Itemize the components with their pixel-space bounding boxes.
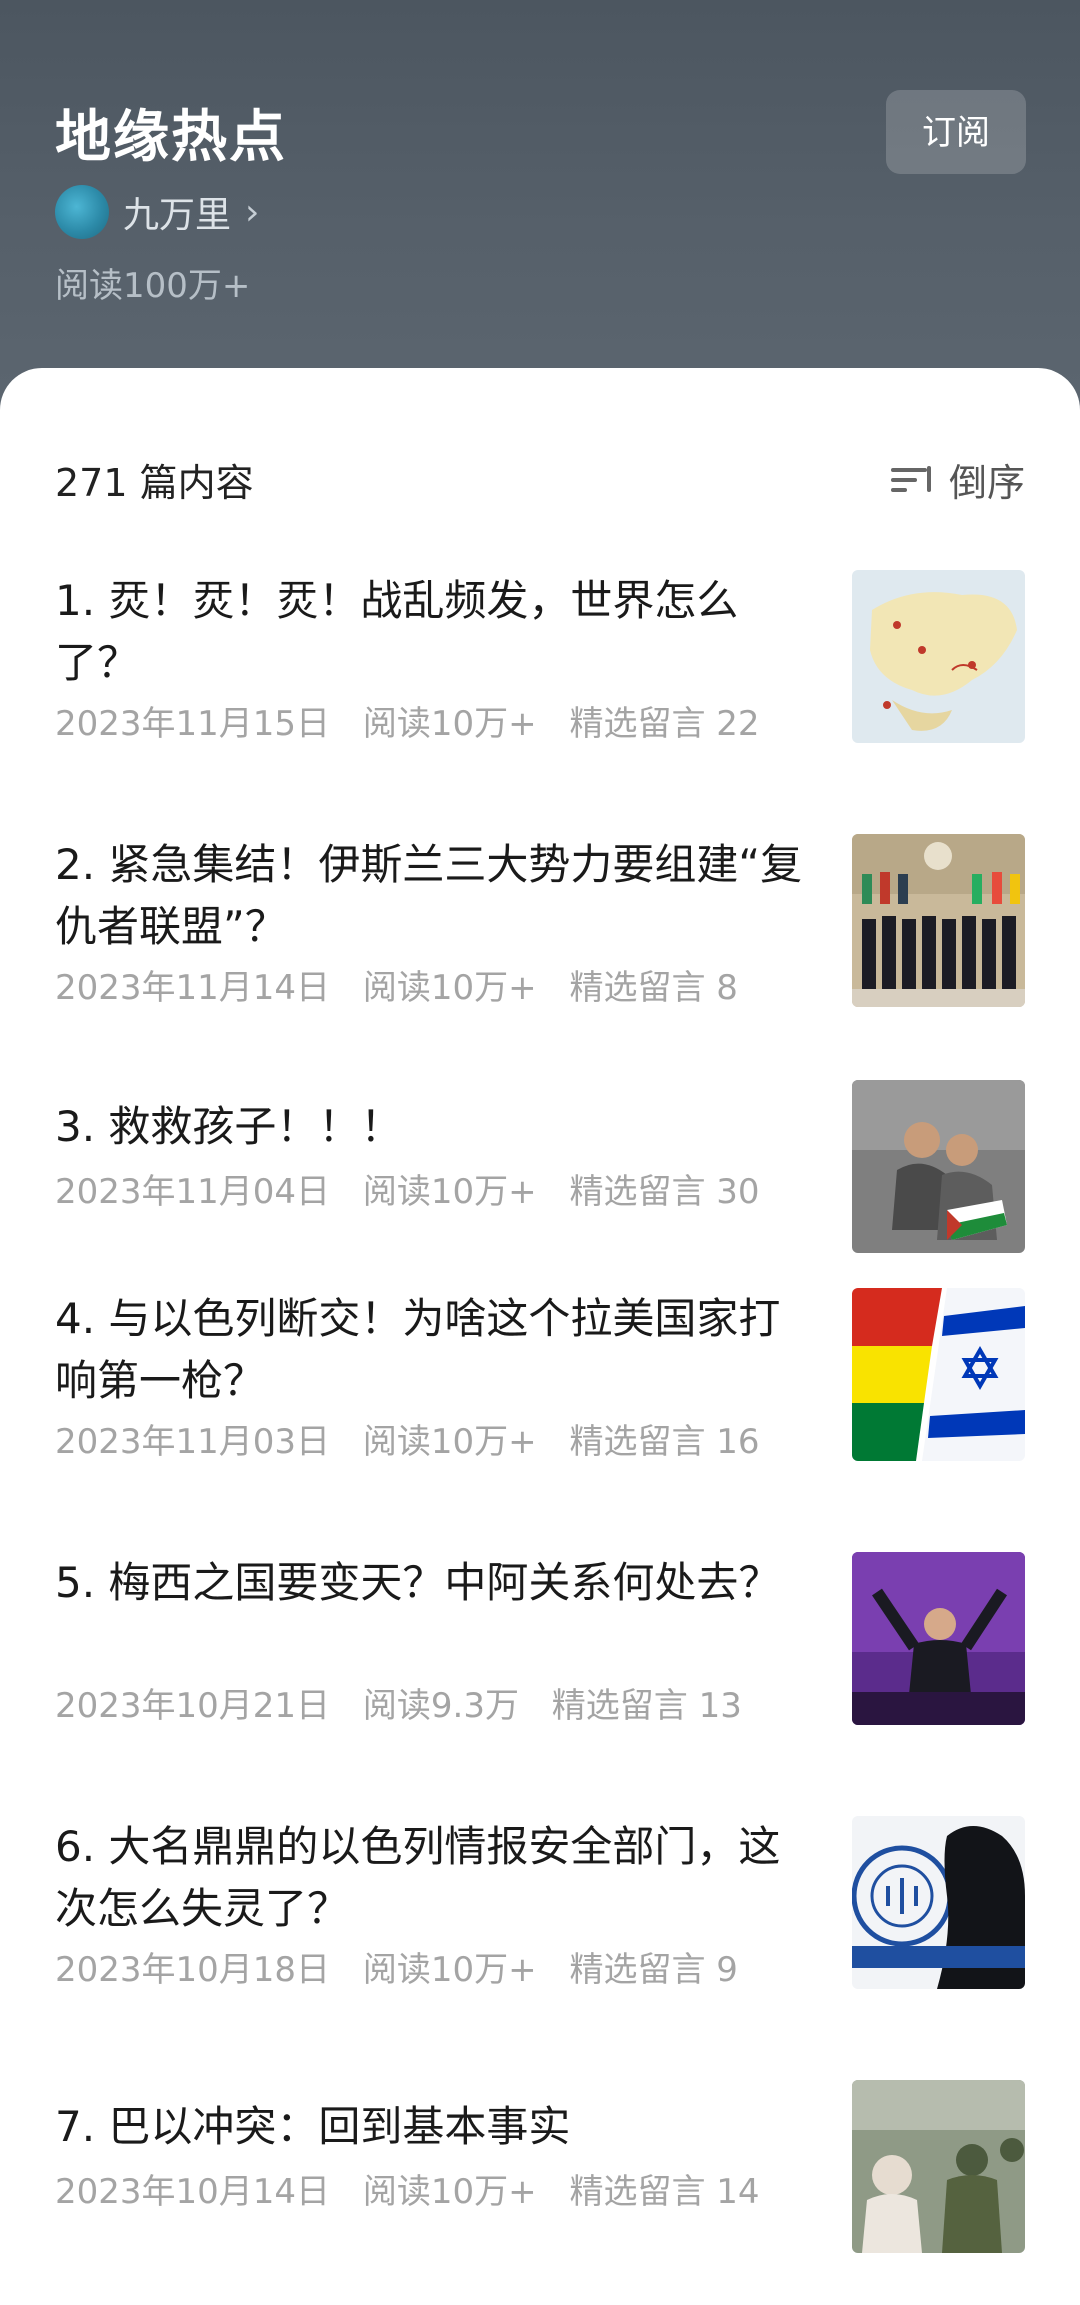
sort-label: 倒序	[948, 461, 1025, 505]
article-title: 7. 巴以冲突：回到基本事实	[55, 2102, 571, 2151]
article-meta: 2023年11月04日 阅读10万+ 精选留言 30	[55, 1164, 760, 1213]
article-item-2[interactable]: 2. 紧急集结！伊斯兰三大势力要组建“复仇者联盟”？ 2023年11月14日 阅…	[55, 834, 1025, 1014]
article-date: 2023年10月21日	[55, 1686, 331, 1726]
article-title: 3. 救救孩子！！！	[55, 1102, 403, 1151]
article-meta: 2023年10月18日 阅读10万+ 精选留言 9	[55, 1942, 738, 1991]
article-comments: 精选留言 8	[569, 968, 738, 1008]
article-comments: 精选留言 13	[551, 1686, 742, 1726]
article-title: 6. 大名鼎鼎的以色列情报安全部门，这次怎么失灵了？	[55, 1822, 781, 1933]
article-comments: 精选留言 30	[569, 1172, 760, 1212]
article-thumbnail-rally	[852, 1552, 1025, 1725]
sort-icon	[890, 462, 933, 498]
article-title: 1. 烎！烎！烎！战乱频发，世界怎么了？	[55, 576, 739, 687]
album-header: 地缘热点 订阅 九万里 › 阅读100万+	[0, 0, 1080, 420]
article-comments: 精选留言 14	[569, 2172, 760, 2212]
author-avatar	[55, 185, 109, 239]
article-comments: 精选留言 9	[569, 1950, 738, 1990]
article-date: 2023年11月15日	[55, 704, 331, 744]
subscribe-button[interactable]: 订阅	[886, 90, 1026, 174]
article-meta: 2023年11月15日 阅读10万+ 精选留言 22	[55, 696, 760, 745]
article-reads: 阅读10万+	[362, 1172, 537, 1212]
article-meta: 2023年10月21日 阅读9.3万 精选留言 13	[55, 1678, 742, 1727]
article-item-1[interactable]: 1. 烎！烎！烎！战乱频发，世界怎么了？ 2023年11月15日 阅读10万+ …	[55, 570, 1025, 750]
article-date: 2023年11月03日	[55, 1422, 331, 1462]
article-thumbnail-soldiers	[852, 2080, 1025, 2253]
article-item-3[interactable]: 3. 救救孩子！！！ 2023年11月04日 阅读10万+ 精选留言 30	[55, 1080, 1025, 1260]
article-title: 5. 梅西之国要变天？中阿关系何处去？	[55, 1558, 781, 1607]
article-date: 2023年11月14日	[55, 968, 331, 1008]
sort-button[interactable]: 倒序	[890, 452, 1025, 507]
article-item-7[interactable]: 7. 巴以冲突：回到基本事实 2023年10月14日 阅读10万+ 精选留言 1…	[55, 2080, 1025, 2260]
article-reads: 阅读10万+	[362, 1422, 537, 1462]
article-thumbnail-flags	[852, 1288, 1025, 1461]
album-title: 地缘热点	[55, 105, 287, 170]
article-date: 2023年11月04日	[55, 1172, 331, 1212]
author-name: 九万里	[123, 195, 232, 236]
article-reads: 阅读9.3万	[362, 1686, 519, 1726]
article-date: 2023年10月14日	[55, 2172, 331, 2212]
article-reads: 阅读10万+	[362, 1950, 537, 1990]
article-title: 2. 紧急集结！伊斯兰三大势力要组建“复仇者联盟”？	[55, 840, 803, 951]
article-date: 2023年10月18日	[55, 1950, 331, 1990]
article-thumbnail-emblem	[852, 1816, 1025, 1989]
article-meta: 2023年11月03日 阅读10万+ 精选留言 16	[55, 1414, 760, 1463]
article-title: 4. 与以色列断交！为啥这个拉美国家打响第一枪？	[55, 1294, 781, 1405]
chevron-right-icon: ›	[245, 191, 260, 233]
article-comments: 精选留言 22	[569, 704, 760, 744]
article-thumbnail-summit	[852, 834, 1025, 1007]
author-link[interactable]: 九万里 ›	[55, 184, 259, 240]
article-item-5[interactable]: 5. 梅西之国要变天？中阿关系何处去？ 2023年10月21日 阅读9.3万 精…	[55, 1552, 1025, 1732]
article-meta: 2023年11月14日 阅读10万+ 精选留言 8	[55, 960, 738, 1009]
article-reads: 阅读10万+	[362, 2172, 537, 2212]
article-reads: 阅读10万+	[362, 968, 537, 1008]
album-read-count: 阅读100万+	[55, 266, 251, 306]
article-list-panel: 271 篇内容 倒序 1. 烎！烎！烎！战乱频发，世界怎么了？ 2023年11月…	[0, 368, 1080, 2305]
article-count: 271 篇内容	[55, 461, 254, 505]
article-item-4[interactable]: 4. 与以色列断交！为啥这个拉美国家打响第一枪？ 2023年11月03日 阅读1…	[55, 1288, 1025, 1468]
article-thumbnail-map	[852, 570, 1025, 743]
article-item-6[interactable]: 6. 大名鼎鼎的以色列情报安全部门，这次怎么失灵了？ 2023年10月18日 阅…	[55, 1816, 1025, 1996]
article-reads: 阅读10万+	[362, 704, 537, 744]
article-meta: 2023年10月14日 阅读10万+ 精选留言 14	[55, 2164, 760, 2213]
article-comments: 精选留言 16	[569, 1422, 760, 1462]
article-thumbnail-children	[852, 1080, 1025, 1253]
